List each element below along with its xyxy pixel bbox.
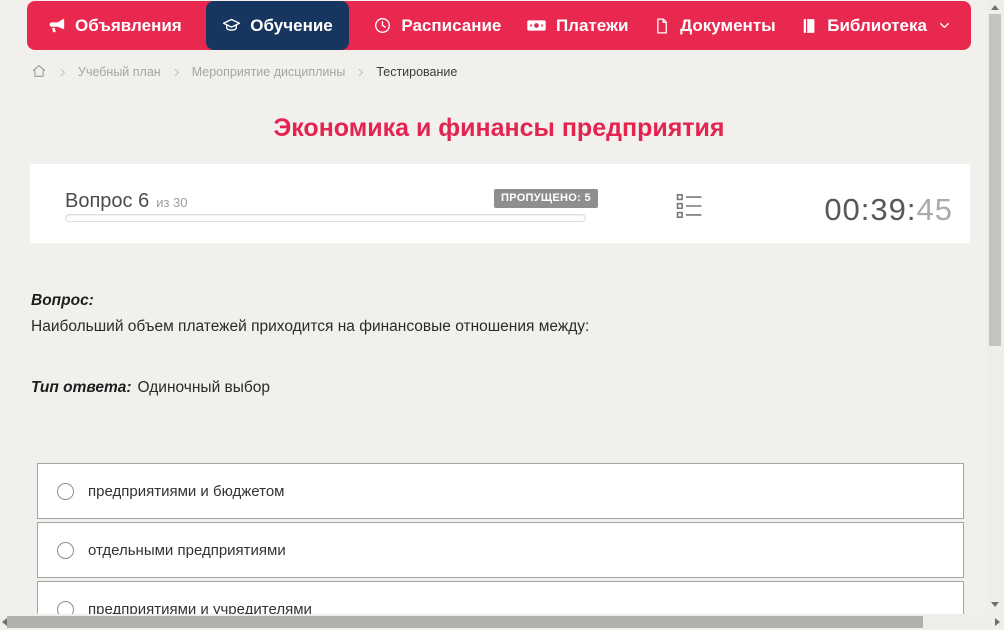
- app-window: Объявления Обучение Расписание Платежи Д…: [0, 0, 1004, 630]
- nav-item-library[interactable]: Библиотека: [800, 1, 951, 50]
- nav-item-announcements[interactable]: Объявления: [47, 1, 182, 50]
- nav-item-learning[interactable]: Обучение: [206, 1, 349, 50]
- answer-option-1[interactable]: предприятиями и бюджетом: [37, 463, 964, 519]
- question-number-text: Вопрос 6: [65, 190, 150, 212]
- banknote-icon: [526, 15, 547, 36]
- nav-item-payments[interactable]: Платежи: [526, 1, 629, 50]
- graduation-cap-icon: [222, 16, 241, 35]
- page-title: Экономика и финансы предприятия: [273, 114, 725, 142]
- skipped-badge: ПРОПУЩЕНО: 5: [494, 189, 598, 208]
- horizontal-scrollbar[interactable]: [0, 614, 1004, 630]
- question-number: Вопрос 6 из 30: [65, 190, 188, 213]
- answer-option-2[interactable]: отдельными предприятиями: [37, 522, 964, 578]
- answer-type-line: Тип ответа: Одиночный выбор: [31, 379, 270, 397]
- nav-item-label: Библиотека: [827, 15, 927, 35]
- answer-type-value: Одиночный выбор: [137, 379, 271, 396]
- timer-seconds: 45: [916, 192, 953, 227]
- answer-type-label: Тип ответа:: [31, 379, 132, 396]
- question-label: Вопрос:: [31, 292, 94, 309]
- question-list-icon[interactable]: [676, 193, 702, 224]
- question-total: из 30: [156, 195, 188, 210]
- answer-option-label: отдельными предприятиями: [88, 541, 286, 559]
- clock-icon: [373, 16, 392, 35]
- chevron-down-icon: [938, 19, 951, 32]
- radio-button[interactable]: [57, 541, 74, 559]
- scroll-up-arrow-icon[interactable]: [991, 5, 999, 10]
- nav-item-label: Платежи: [555, 15, 629, 35]
- breadcrumb-item-testing: Тестирование: [376, 65, 458, 79]
- chevron-right-icon: [355, 67, 366, 78]
- book-icon: [800, 17, 818, 35]
- vertical-scrollbar[interactable]: [987, 0, 1004, 614]
- chevron-right-icon: [57, 67, 68, 78]
- answer-options: предприятиями и бюджетом отдельными пред…: [37, 463, 964, 630]
- question-text: Наибольший объем платежей приходится на …: [31, 318, 590, 335]
- chevron-right-icon: [171, 67, 182, 78]
- nav-item-label: Объявления: [75, 15, 182, 35]
- nav-item-schedule[interactable]: Расписание: [373, 1, 501, 50]
- top-navigation: Объявления Обучение Расписание Платежи Д…: [27, 1, 971, 50]
- breadcrumb-item-curriculum[interactable]: Учебный план: [78, 65, 161, 79]
- horizontal-scrollbar-thumb[interactable]: [7, 616, 923, 628]
- progress-bar: [65, 214, 586, 222]
- answer-option-label: предприятиями и бюджетом: [88, 482, 285, 500]
- breadcrumb-item-discipline-event[interactable]: Мероприятие дисциплины: [192, 65, 346, 79]
- nav-item-label: Документы: [680, 15, 776, 35]
- timer: 00:39:45: [824, 192, 953, 228]
- scroll-right-arrow-icon[interactable]: [995, 618, 1000, 626]
- timer-main: 00:39:: [824, 192, 917, 227]
- vertical-scrollbar-thumb[interactable]: [989, 14, 1001, 346]
- radio-button[interactable]: [57, 482, 74, 500]
- document-icon: [653, 17, 671, 35]
- nav-item-documents[interactable]: Документы: [653, 1, 776, 50]
- question-header-card: Вопрос 6 из 30 ПРОПУЩЕНО: 5 00:39:45: [30, 164, 970, 243]
- breadcrumb: Учебный план Мероприятие дисциплины Тест…: [31, 62, 457, 82]
- scroll-down-arrow-icon[interactable]: [991, 602, 999, 607]
- home-icon[interactable]: [31, 63, 47, 82]
- megaphone-icon: [47, 16, 66, 35]
- nav-item-label: Обучение: [250, 15, 333, 35]
- nav-item-label: Расписание: [401, 15, 502, 35]
